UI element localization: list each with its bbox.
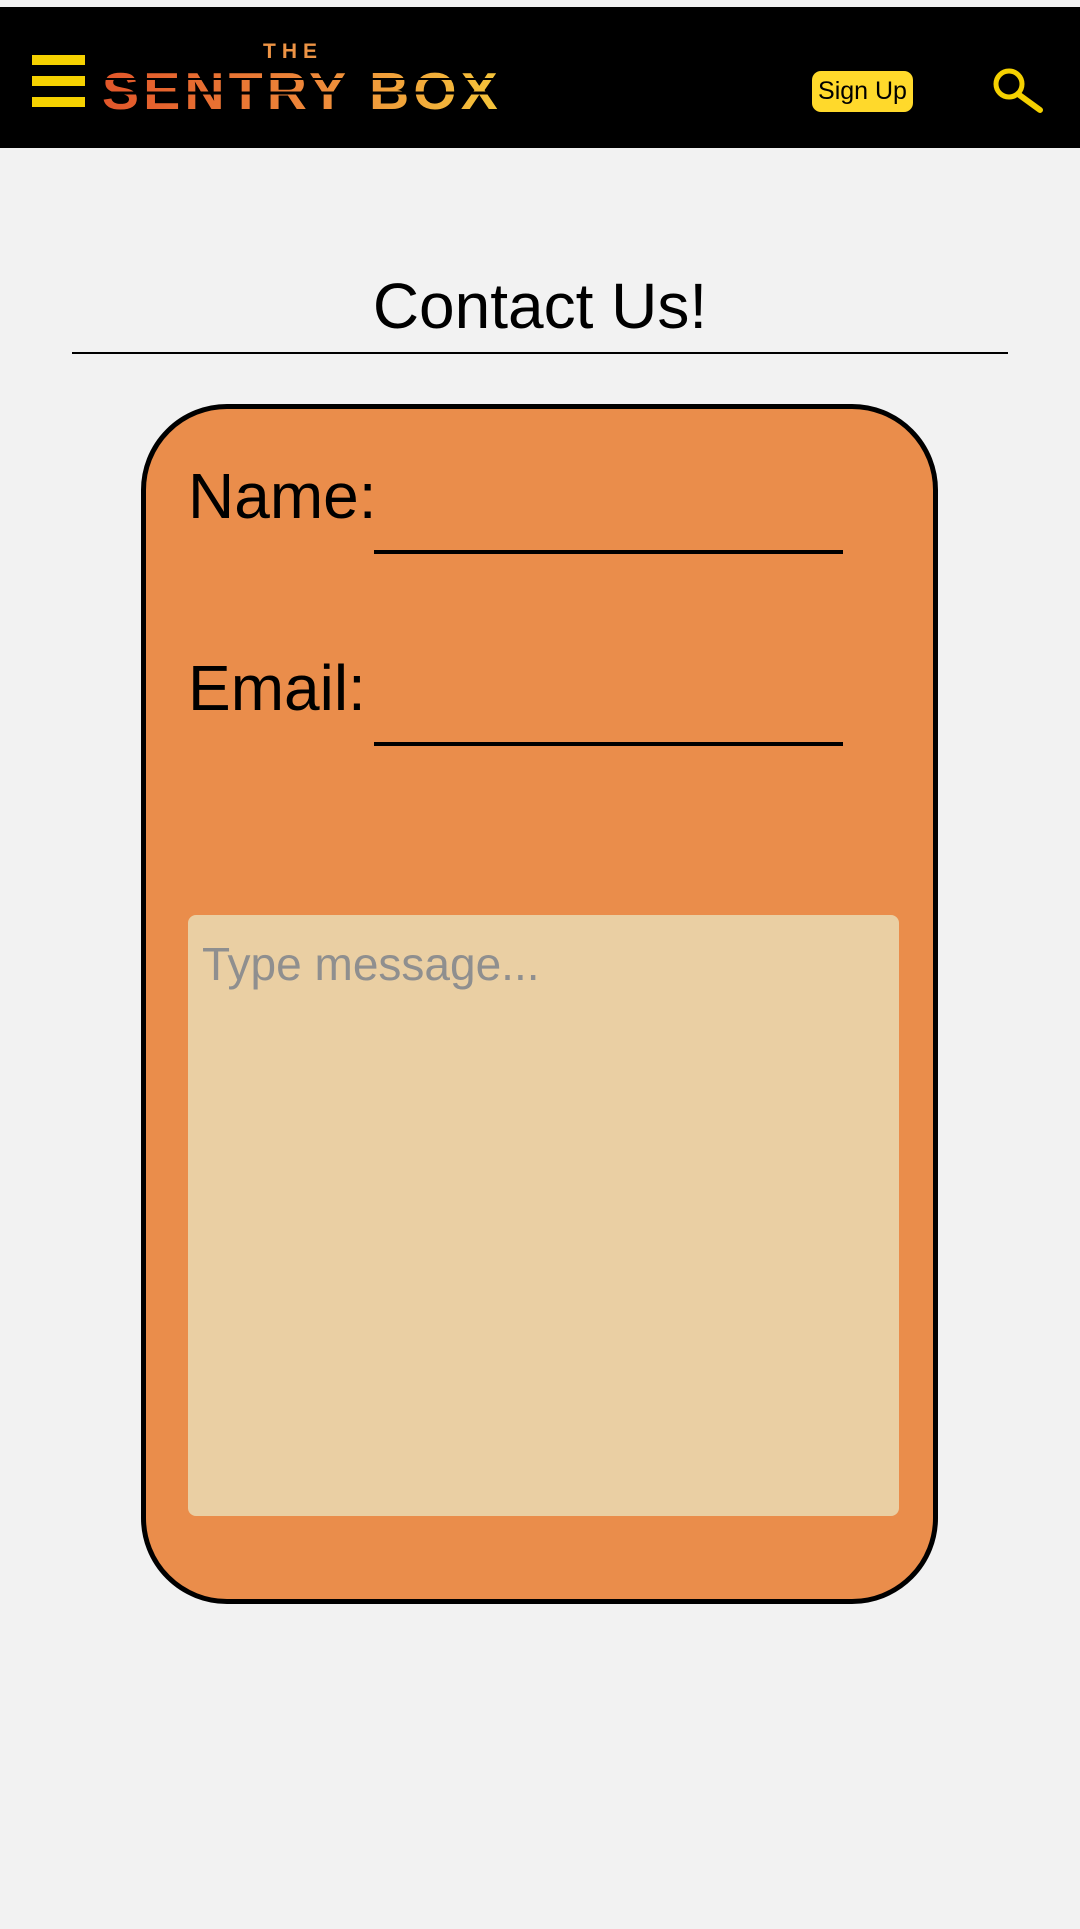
site-logo[interactable]: THE SENTRY BOX bbox=[100, 39, 510, 121]
svg-text:SENTRY BOX: SENTRY BOX bbox=[102, 63, 502, 119]
name-input[interactable] bbox=[374, 490, 843, 554]
sign-up-button[interactable]: Sign Up bbox=[812, 71, 913, 112]
email-label: Email: bbox=[188, 652, 366, 724]
top-strip bbox=[0, 0, 1080, 7]
svg-text:THE: THE bbox=[263, 40, 323, 63]
menu-bar bbox=[32, 55, 85, 65]
menu-bar bbox=[32, 97, 85, 107]
title-divider bbox=[72, 352, 1008, 354]
message-textarea[interactable] bbox=[188, 915, 899, 1516]
site-header: THE SENTRY BOX Sign Up bbox=[0, 7, 1080, 148]
page-title: Contact Us! bbox=[372, 270, 708, 342]
menu-bar bbox=[32, 76, 85, 86]
sentry-box-logo: THE SENTRY BOX bbox=[100, 40, 510, 121]
name-label: Name: bbox=[188, 460, 377, 532]
search-icon[interactable] bbox=[992, 67, 1044, 115]
email-input[interactable] bbox=[374, 682, 843, 746]
hamburger-menu-icon[interactable] bbox=[32, 55, 85, 107]
